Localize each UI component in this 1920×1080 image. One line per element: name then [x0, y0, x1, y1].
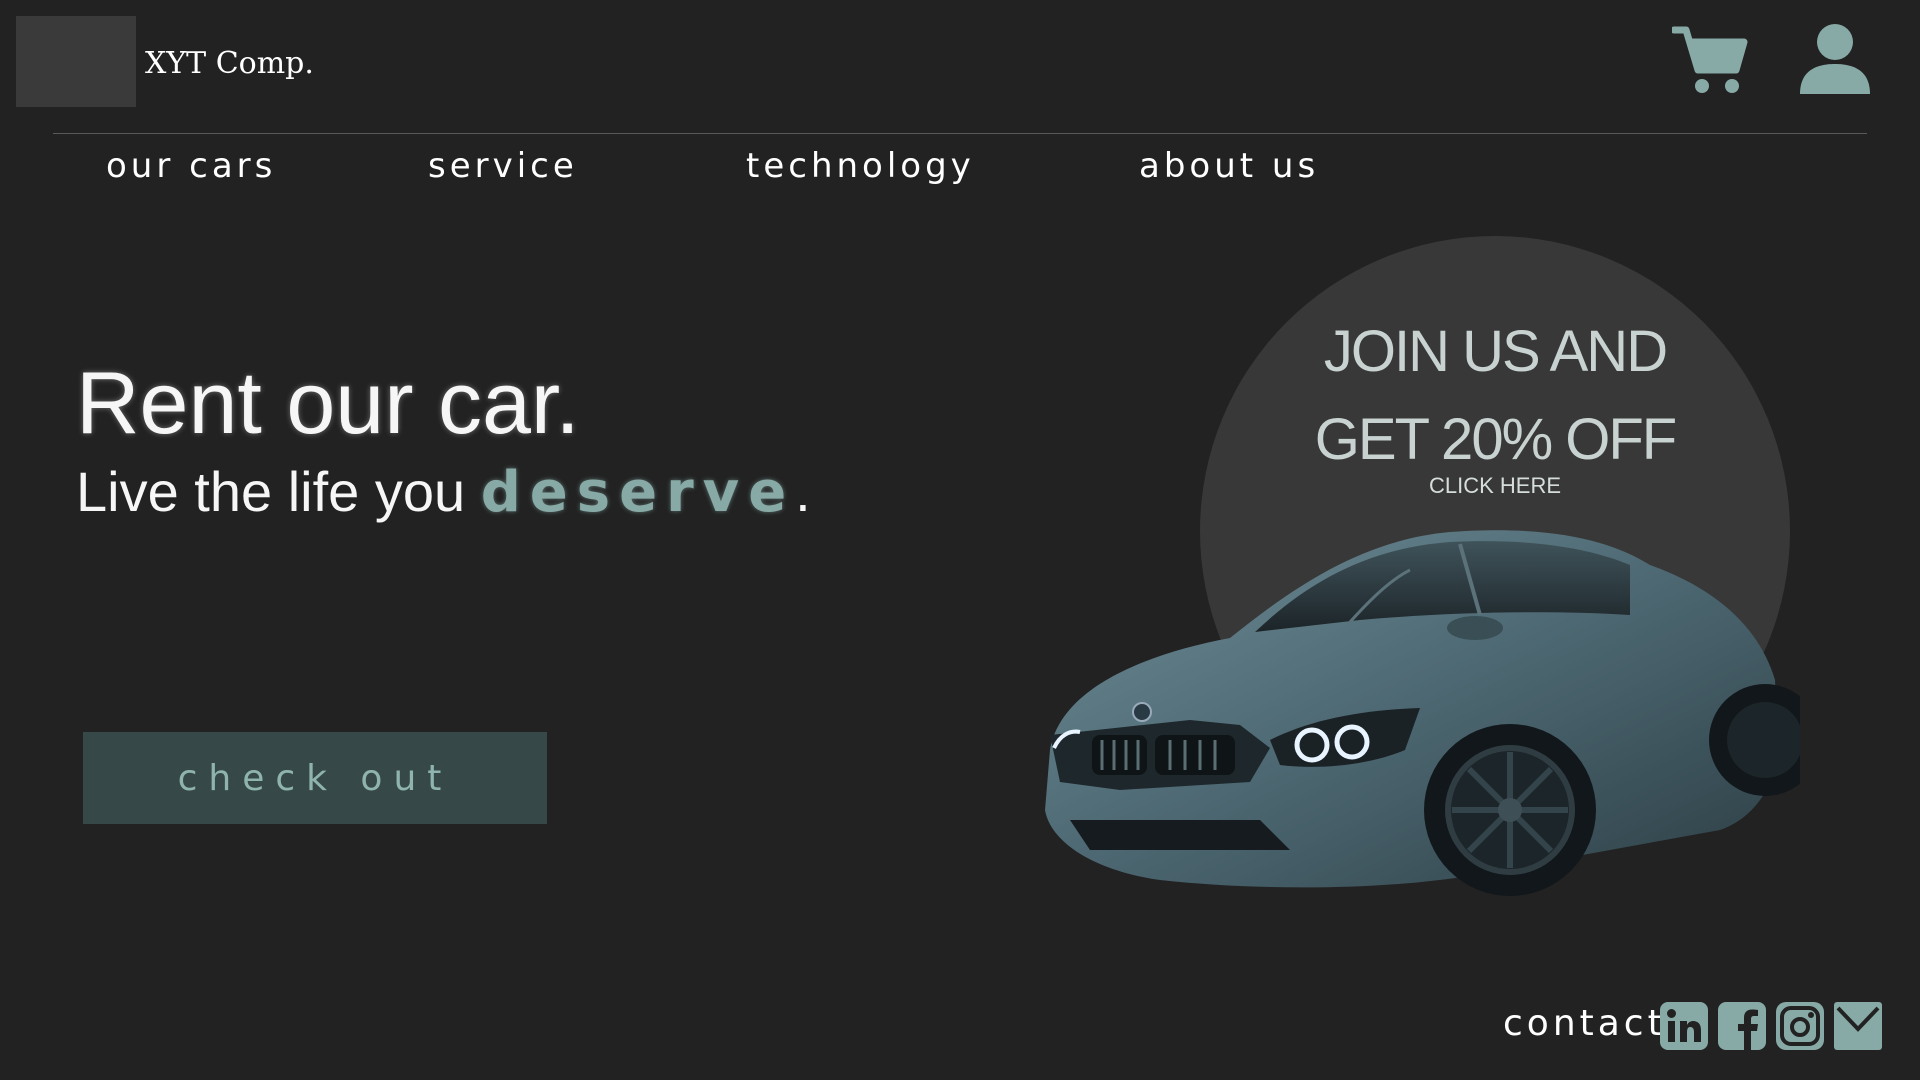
- mail-icon[interactable]: [1834, 1002, 1882, 1050]
- logo[interactable]: [16, 16, 136, 107]
- check-out-button[interactable]: check out: [83, 732, 547, 824]
- promo-click-here[interactable]: CLICK HERE: [1200, 473, 1790, 499]
- hero-subtitle: Live the life you deserve.: [76, 459, 811, 525]
- cart-icon[interactable]: [1672, 22, 1748, 98]
- hero-title: Rent our car.: [76, 353, 580, 452]
- hero-subtitle-accent: deserve: [480, 460, 796, 525]
- car-image: [1045, 530, 1800, 896]
- nav-technology[interactable]: technology: [746, 146, 975, 186]
- instagram-icon[interactable]: [1776, 1002, 1824, 1050]
- nav-our-cars[interactable]: our cars: [106, 146, 276, 186]
- promo-line-2: GET 20% OFF: [1314, 407, 1677, 472]
- linkedin-icon[interactable]: [1660, 1002, 1708, 1050]
- contact-label: contact: [1503, 1003, 1666, 1044]
- hero-subtitle-suffix: .: [795, 460, 811, 523]
- nav-about-us[interactable]: about us: [1139, 146, 1319, 186]
- user-icon[interactable]: [1797, 22, 1873, 98]
- nav-service[interactable]: service: [428, 146, 578, 186]
- company-name: XYT Comp.: [145, 46, 314, 81]
- hero-subtitle-prefix: Live the life you: [76, 460, 481, 523]
- facebook-icon[interactable]: [1718, 1002, 1766, 1050]
- promo-line-1: JOIN US AND: [1323, 319, 1668, 384]
- header-divider: [53, 133, 1867, 134]
